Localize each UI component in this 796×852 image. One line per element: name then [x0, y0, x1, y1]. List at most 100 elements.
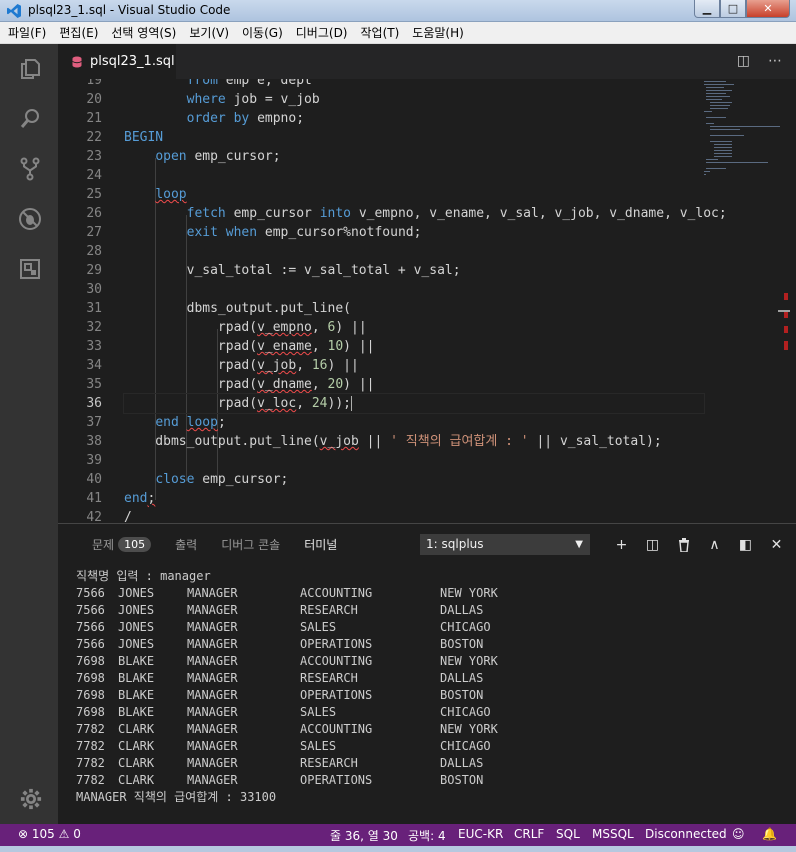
terminal-cell: 7698: [76, 705, 105, 719]
terminal-cell: DALLAS: [440, 756, 484, 770]
code-editor[interactable]: 19 20 21 22 23 24 25 26 27 28 29 30 31 3…: [58, 79, 796, 523]
tab-debug-console[interactable]: 디버그 콘솔: [221, 536, 280, 553]
terminal-cell: BLAKE: [118, 705, 155, 719]
more-actions-icon[interactable]: ⋯: [768, 53, 782, 69]
code-line: BEGIN: [124, 130, 164, 145]
line-number: 32: [86, 320, 102, 335]
terminal-cell: CLARK: [118, 739, 155, 753]
terminal-cell: ACCOUNTING: [300, 722, 373, 736]
terminal-result-row: 7566 JONES MANAGER OPERATIONS BOSTON: [76, 636, 776, 653]
feedback-smiley-icon[interactable]: ☺: [732, 827, 745, 841]
encoding-status[interactable]: EUC-KR: [458, 827, 503, 841]
toggle-layout-icon[interactable]: ◧: [730, 534, 761, 555]
line-number-gutter: 19 20 21 22 23 24 25 26 27 28 29 30 31 3…: [58, 79, 102, 523]
terminal-result-row: 7566 JONES MANAGER RESEARCH DALLAS: [76, 602, 776, 619]
line-number: 35: [86, 377, 102, 392]
terminal-cell: 7782: [76, 773, 105, 787]
terminal-result-row: 7782 CLARK MANAGER RESEARCH DALLAS: [76, 755, 776, 772]
terminal-cell: MANAGER: [187, 756, 238, 770]
line-number: 34: [86, 358, 102, 373]
editor-tab-bar: plsql23_1.sql ◫ ⋯: [58, 44, 796, 79]
code-line: open emp_cursor;: [155, 149, 281, 164]
tab-label: plsql23_1.sql: [90, 54, 175, 69]
terminal-cell: CHICAGO: [440, 620, 491, 634]
warning-icon: ⚠: [58, 827, 70, 841]
gear-icon[interactable]: [20, 788, 42, 810]
terminal-prompt-line: 직책명 입력 : manager: [76, 569, 211, 583]
line-number: 19: [86, 79, 102, 88]
terminal-result-row: 7698 BLAKE MANAGER RESEARCH DALLAS: [76, 670, 776, 687]
maximize-button[interactable]: □: [720, 0, 746, 18]
line-number: 24: [86, 168, 102, 183]
new-terminal-icon[interactable]: +: [606, 534, 637, 555]
line-number: 29: [86, 263, 102, 278]
terminal-cell: JONES: [118, 586, 155, 600]
terminal-output[interactable]: 직책명 입력 : manager 7566 JONES MANAGER ACCOUNT…: [76, 568, 776, 806]
close-panel-icon[interactable]: ✕: [761, 534, 792, 555]
terminal-cell: BOSTON: [440, 637, 484, 651]
menu-go[interactable]: 이동(G): [242, 24, 283, 41]
terminal-cell: CLARK: [118, 756, 155, 770]
line-number-current: 36: [86, 396, 102, 411]
terminal-cell: MANAGER: [187, 620, 238, 634]
language-status[interactable]: SQL: [556, 827, 580, 841]
extensions-icon[interactable]: [17, 256, 43, 282]
line-number: 28: [86, 244, 102, 259]
line-number: 39: [86, 453, 102, 468]
terminal-cell: CHICAGO: [440, 739, 491, 753]
trash-icon[interactable]: [668, 534, 699, 555]
terminal-cell: JONES: [118, 637, 155, 651]
code-line: rpad(v_job, 16) ||: [124, 358, 359, 373]
split-terminal-icon[interactable]: ◫: [637, 534, 668, 555]
terminal-cell: MANAGER: [187, 586, 238, 600]
search-icon[interactable]: [17, 106, 43, 132]
terminal-cell: CLARK: [118, 773, 155, 787]
code-line: /: [124, 510, 132, 523]
minimize-button[interactable]: ▁: [694, 0, 720, 18]
problems-status[interactable]: ⊗ 105 ⚠ 0: [18, 827, 81, 841]
problems-count-badge: 105: [118, 537, 152, 552]
terminal-cell: DALLAS: [440, 603, 484, 617]
tab-problems[interactable]: 문제 105: [92, 536, 152, 553]
terminal-cell: JONES: [118, 620, 155, 634]
explorer-icon[interactable]: [17, 56, 43, 82]
tab-output[interactable]: 출력: [175, 536, 197, 553]
menu-selection[interactable]: 선택 영역(S): [111, 24, 176, 41]
terminal-cell: RESEARCH: [300, 756, 358, 770]
warning-count: 0: [73, 827, 81, 841]
connection-status[interactable]: Disconnected: [645, 827, 727, 841]
sql-dialect-status[interactable]: MSSQL: [592, 827, 634, 841]
terminal-result-row: 7782 CLARK MANAGER ACCOUNTING NEW YORK: [76, 721, 776, 738]
terminal-select-value: 1: sqlplus: [426, 537, 484, 551]
eol-status[interactable]: CRLF: [514, 827, 544, 841]
tab-problems-label: 문제: [92, 538, 115, 552]
notification-bell-icon[interactable]: 🔔: [762, 827, 777, 841]
menu-help[interactable]: 도움말(H): [412, 24, 464, 41]
source-control-icon[interactable]: [17, 156, 43, 182]
menu-tasks[interactable]: 작업(T): [361, 24, 400, 41]
line-number: 37: [86, 415, 102, 430]
menu-file[interactable]: 파일(F): [8, 24, 46, 41]
indentation-status[interactable]: 공백: 4: [408, 827, 446, 844]
menu-edit[interactable]: 편집(E): [59, 24, 98, 41]
split-editor-icon[interactable]: ◫: [737, 53, 750, 69]
terminal-result-row: 7698 BLAKE MANAGER ACCOUNTING NEW YORK: [76, 653, 776, 670]
maximize-panel-icon[interactable]: ∧: [699, 534, 730, 555]
menu-view[interactable]: 보기(V): [189, 24, 229, 41]
menu-debug[interactable]: 디버그(D): [296, 24, 348, 41]
cursor-position[interactable]: 줄 36, 열 30: [330, 827, 398, 844]
close-window-button[interactable]: ✕: [746, 0, 790, 18]
terminal-cell: BLAKE: [118, 688, 155, 702]
status-bar: ⊗ 105 ⚠ 0 줄 36, 열 30 공백: 4 EUC-KR CRLF S…: [0, 824, 796, 846]
tab-terminal[interactable]: 터미널: [304, 536, 337, 553]
debug-icon[interactable]: [17, 206, 43, 232]
minimap[interactable]: [702, 79, 782, 523]
code-line: dbms_output.put_line(: [124, 301, 351, 316]
code-line: rpad(v_empno, 6) ||: [124, 320, 367, 335]
terminal-select[interactable]: 1: sqlplus ▼: [420, 534, 590, 555]
code-line: close emp_cursor;: [155, 472, 289, 487]
terminal-cell: NEW YORK: [440, 654, 498, 668]
line-number: 30: [86, 282, 102, 297]
tab-plsql23-1[interactable]: plsql23_1.sql: [58, 44, 176, 79]
